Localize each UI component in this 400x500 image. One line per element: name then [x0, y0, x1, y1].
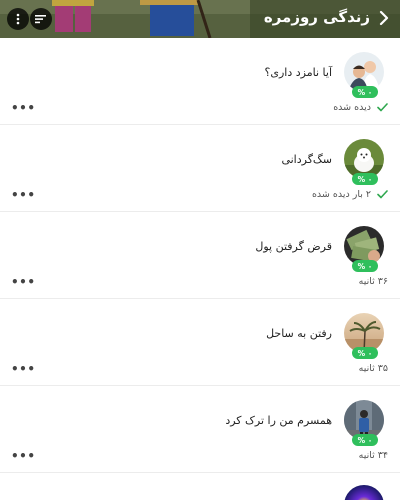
item-status: ۳۵ ثانیه [359, 363, 388, 374]
progress-badge: ۰ % [352, 173, 378, 185]
status-text: ۲ بار دیده شده [311, 189, 371, 200]
list-item[interactable]: ۰ % قرض گرفتن پول ۳۶ ثانیه ••• [0, 212, 400, 299]
progress-badge: ۰ % [352, 86, 378, 98]
sort-icon [35, 15, 46, 24]
status-text: دیده شده [333, 102, 371, 113]
status-text: ۳۴ ثانیه [358, 450, 388, 461]
status-text: ۳۶ ثانیه [358, 276, 388, 287]
page-title: زندگی روزمره [263, 8, 370, 26]
item-title: قرض گرفتن پول [255, 240, 332, 253]
vertical-dots-icon [16, 13, 20, 25]
list-item[interactable]: ۰ % رفتن به ساحل ۳۵ ثانیه ••• [0, 299, 400, 386]
item-title: سگ‌گردانی [281, 153, 332, 166]
topic-list: ۰ % آیا نامزد داری؟ دیده شده ••• ۰ % سگ‌… [0, 38, 400, 473]
more-options-icon[interactable]: ••• [11, 189, 36, 201]
item-status: ۳۴ ثانیه [359, 450, 388, 461]
more-options-icon[interactable]: ••• [11, 363, 36, 375]
item-title: همسرم من را ترک کرد [225, 414, 332, 427]
list-item[interactable]: ۰ % آیا نامزد داری؟ دیده شده ••• [0, 38, 400, 125]
check-icon [377, 190, 388, 199]
header-banner: زندگی روزمره [0, 0, 400, 38]
sort-button[interactable] [30, 8, 52, 30]
list-item[interactable]: ۰ % همسرم من را ترک کرد ۳۴ ثانیه ••• [0, 386, 400, 473]
more-options-icon[interactable]: ••• [11, 450, 36, 462]
item-status: دیده شده [333, 102, 388, 113]
more-options-icon[interactable]: ••• [11, 102, 36, 114]
item-title: آیا نامزد داری؟ [264, 66, 332, 79]
item-title: رفتن به ساحل [266, 327, 332, 340]
more-menu-button[interactable] [7, 8, 29, 30]
item-status: ۲ بار دیده شده [312, 189, 388, 200]
progress-badge: ۰ % [352, 260, 378, 272]
more-options-icon[interactable]: ••• [11, 276, 36, 288]
progress-badge: ۰ % [352, 347, 378, 359]
status-text: ۳۵ ثانیه [358, 363, 388, 374]
avatar [344, 485, 384, 500]
chevron-right-icon[interactable] [376, 9, 392, 27]
list-item[interactable]: ۰ % سگ‌گردانی ۲ بار دیده شده ••• [0, 125, 400, 212]
item-status: ۳۶ ثانیه [359, 276, 388, 287]
check-icon [377, 103, 388, 112]
progress-badge: ۰ % [352, 434, 378, 446]
